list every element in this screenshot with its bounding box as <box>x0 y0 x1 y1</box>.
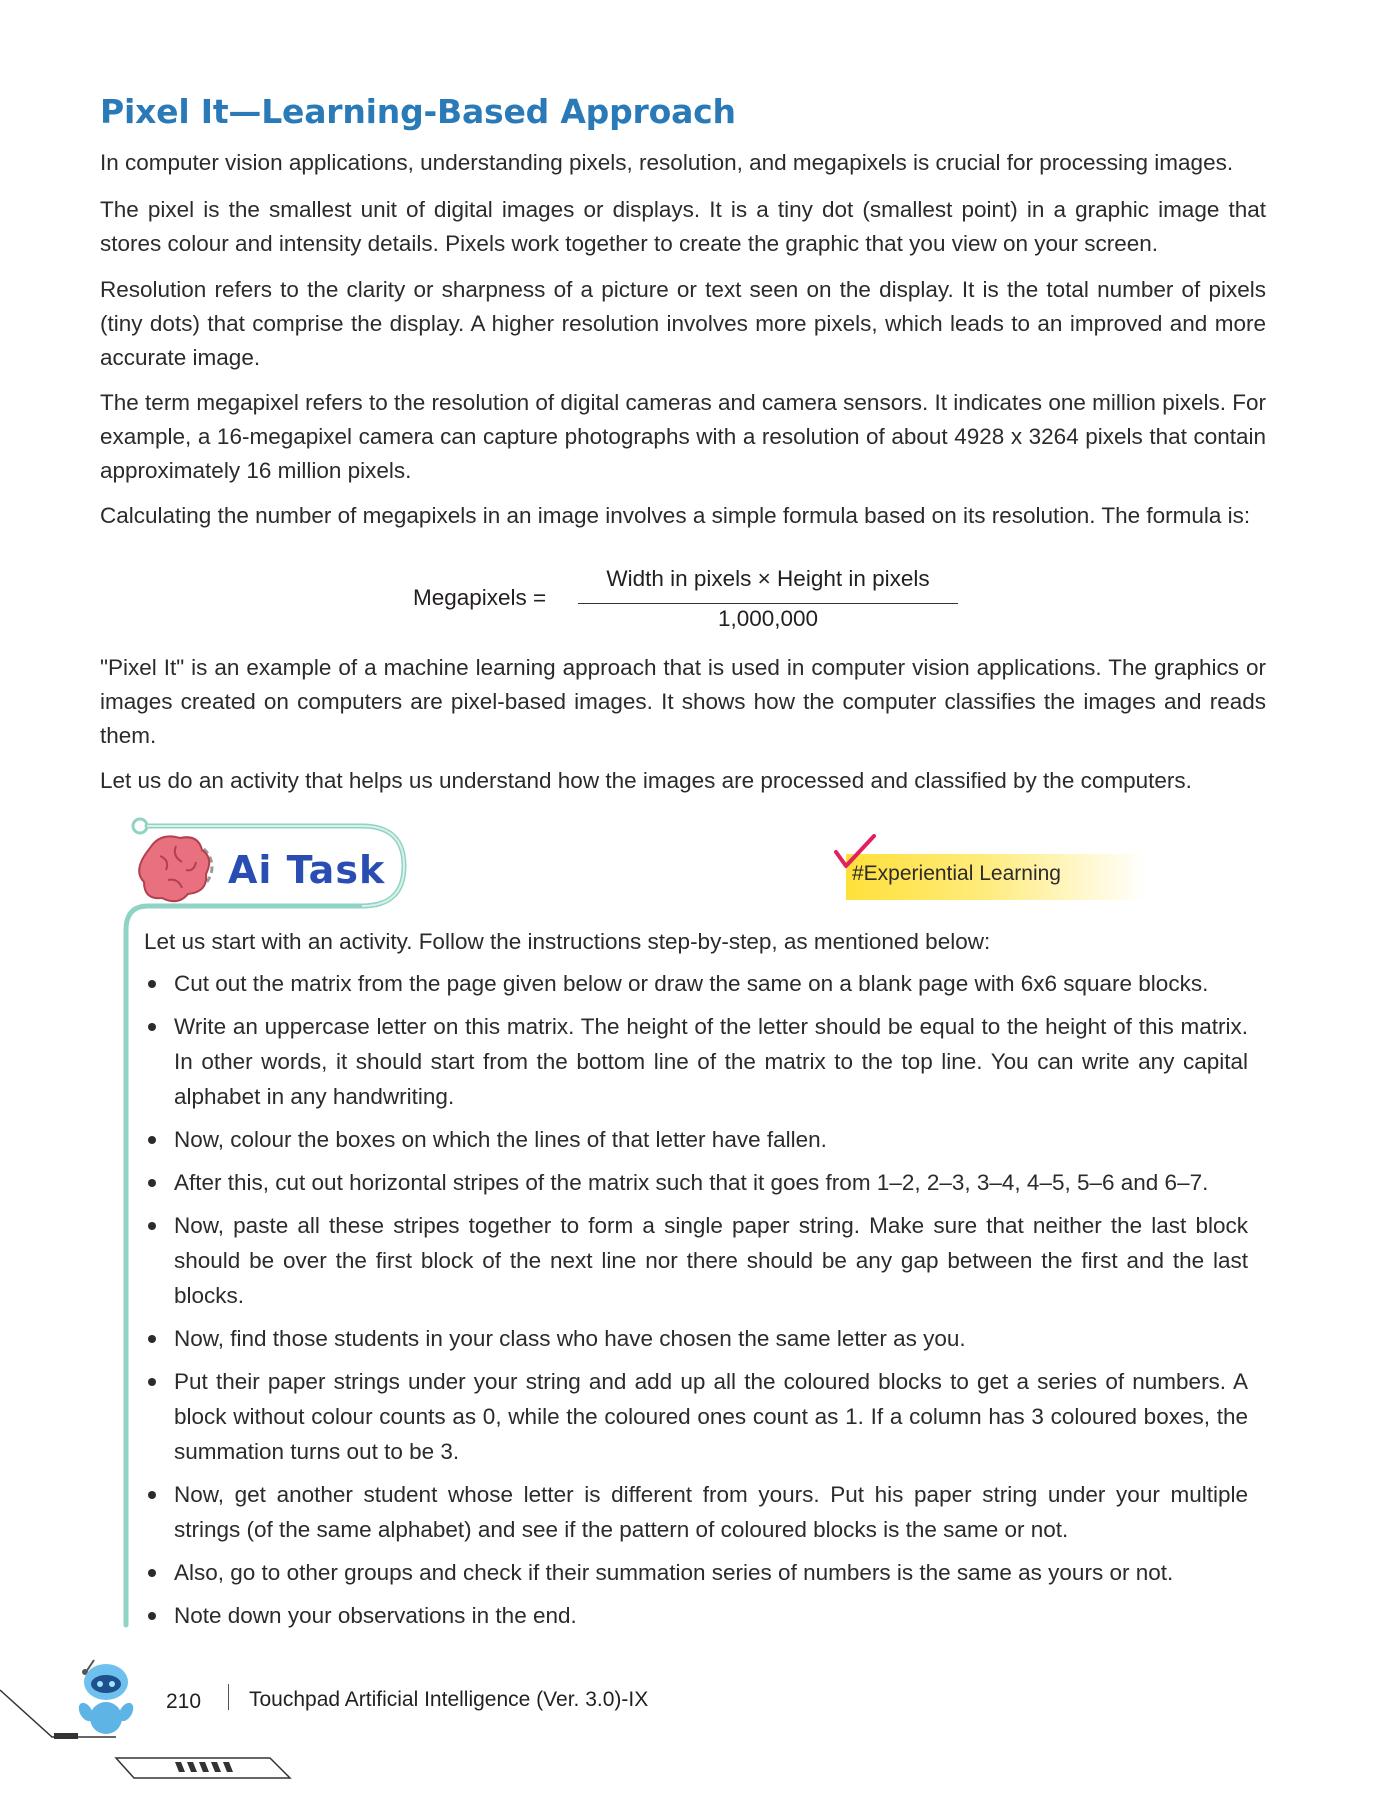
footer-separator <box>228 1684 229 1710</box>
page-number: 210 <box>166 1690 202 1713</box>
list-item: Now, get another student whose letter is… <box>144 1477 1248 1547</box>
task-intro: Let us start with an activity. Follow th… <box>144 929 991 954</box>
formula-denominator: 1,000,000 <box>717 606 819 631</box>
formula-numerator: Width in pixels × Height in pixels <box>606 566 930 591</box>
book-title: Touchpad Artificial Intelligence (Ver. 3… <box>249 1688 649 1711</box>
experiential-badge-text: #Experiential Learning <box>852 862 1061 885</box>
textbook-page: Pixel It—Learning-Based Approach In comp… <box>0 0 1380 1800</box>
formula-lhs: Megapixels = <box>413 585 547 610</box>
paragraph-resolution: Resolution refers to the clarity or shar… <box>100 277 1266 370</box>
list-item: Put their paper strings under your strin… <box>144 1364 1248 1469</box>
section-heading: Pixel It—Learning-Based Approach <box>100 92 736 131</box>
paragraph-pixel-it: "Pixel It" is an example of a machine le… <box>100 655 1266 748</box>
list-item: After this, cut out horizontal stripes o… <box>144 1165 1248 1200</box>
paragraph-activity: Let us do an activity that helps us unde… <box>100 768 1192 793</box>
ai-task-label: Ai Task <box>228 848 386 892</box>
task-steps-list: Cut out the matrix from the page given b… <box>144 966 1248 1641</box>
formula-fraction-bar <box>578 603 958 604</box>
paragraph-intro: In computer vision applications, underst… <box>100 150 1234 175</box>
list-item: Note down your observations in the end. <box>144 1598 1248 1633</box>
list-item: Also, go to other groups and check if th… <box>144 1555 1248 1590</box>
list-item: Now, find those students in your class w… <box>144 1321 1248 1356</box>
brain-gear-icon <box>138 835 214 903</box>
robot-mascot-icon <box>78 1659 134 1734</box>
list-item: Cut out the matrix from the page given b… <box>144 966 1248 1001</box>
paragraph-pixel: The pixel is the smallest unit of digita… <box>100 197 1266 256</box>
paragraph-formula-intro: Calculating the number of megapixels in … <box>100 503 1251 528</box>
list-item: Now, paste all these stripes together to… <box>144 1208 1248 1313</box>
list-item: Now, colour the boxes on which the lines… <box>144 1122 1248 1157</box>
paragraph-megapixel: The term megapixel refers to the resolut… <box>100 390 1266 483</box>
list-item: Write an uppercase letter on this matrix… <box>144 1009 1248 1114</box>
